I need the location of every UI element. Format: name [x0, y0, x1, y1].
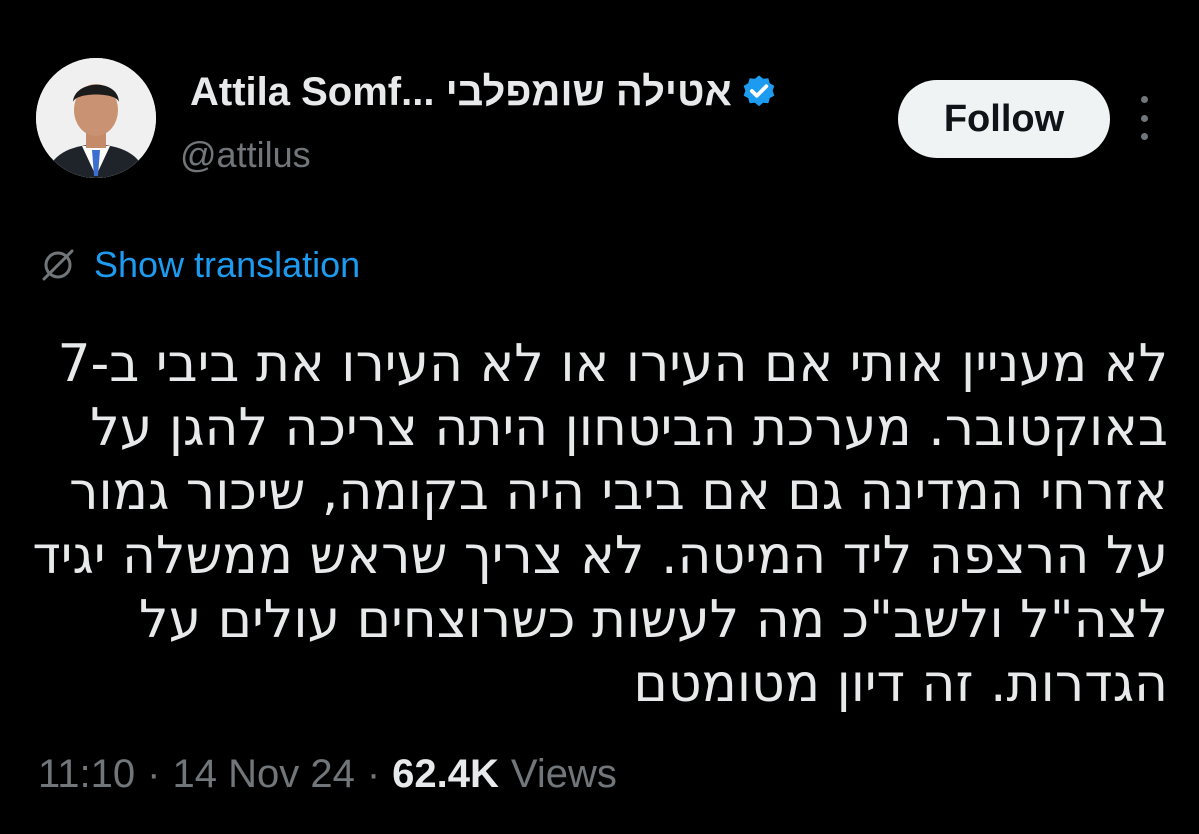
tweet-text-line: על הרצפה ליד המיטה. לא צריך שראש ממשלה י…: [32, 526, 1168, 586]
tweet-time[interactable]: 11:10: [38, 752, 135, 797]
more-icon-dot: [1140, 114, 1148, 122]
avatar[interactable]: [36, 58, 156, 178]
more-icon-dot: [1140, 133, 1148, 140]
author-handle[interactable]: @attilus: [180, 134, 311, 176]
meta-separator: ·: [366, 751, 381, 796]
tweet-date[interactable]: 14 Nov 24: [172, 752, 354, 797]
tweet-text-line: לא מעניין אותי אם העירו או לא העירו את ב…: [57, 334, 1168, 394]
show-translation-link[interactable]: Show translation: [94, 244, 360, 286]
author-display-name[interactable]: Attila Somf... אטילה שומפלבי: [190, 70, 732, 115]
tweet-text-line: לצה"ל ולשב"כ מה לעשות כשרוצחים עולים על: [139, 590, 1168, 650]
more-icon[interactable]: [1126, 96, 1162, 140]
views-count[interactable]: 62.4K: [392, 752, 499, 797]
tweet-text-line: אזרחי המדינה גם אם ביבי היה בקומה, שיכור…: [69, 462, 1168, 522]
more-icon-dot: [1140, 96, 1148, 103]
avatar-image: [36, 58, 156, 178]
tweet-meta: 11:10 · 14 Nov 24 · 62.4K Views: [38, 746, 617, 802]
views-label[interactable]: Views: [511, 752, 617, 797]
follow-button[interactable]: Follow: [898, 80, 1110, 158]
translation-row[interactable]: Show translation: [36, 240, 360, 290]
globe-icon: [42, 249, 74, 281]
tweet-text: לא מעניין אותי אם העירו או לא העירו את ב…: [32, 332, 1168, 716]
verified-badge-icon: [743, 75, 775, 107]
meta-separator: ·: [147, 751, 161, 796]
tweet-text-line: באוקטובר. מערכת הביטחון היתה צריכה להגן …: [90, 398, 1168, 458]
author-name-row[interactable]: Attila Somf... אטילה שומפלבי: [190, 64, 778, 120]
tweet-text-line: הגדרות. זה דיון מטומטם: [633, 654, 1168, 714]
